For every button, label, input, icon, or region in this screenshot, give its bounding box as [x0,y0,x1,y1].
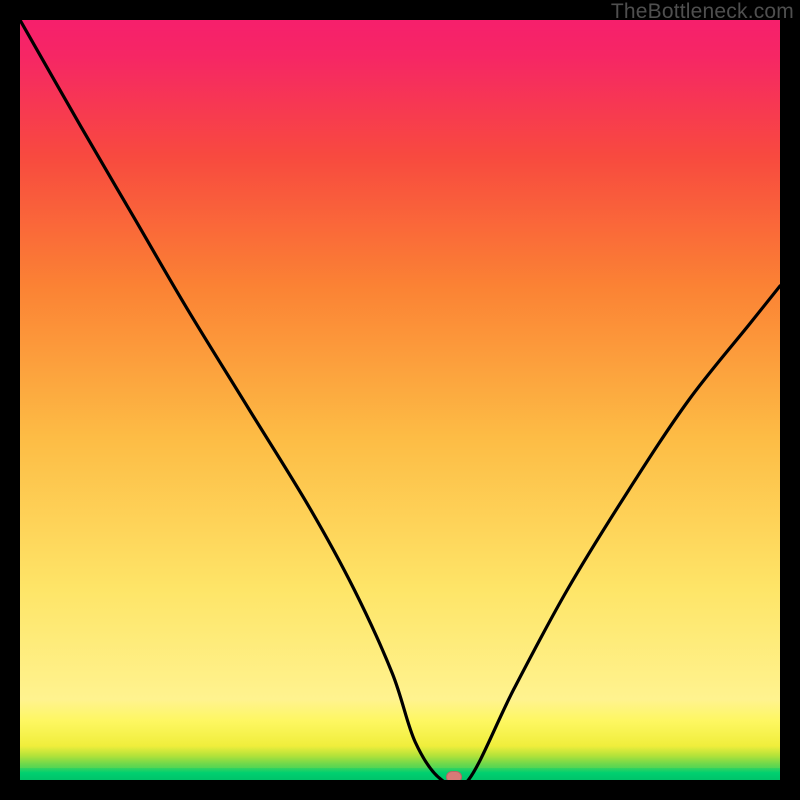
plot-area [20,20,780,780]
chart-frame: TheBottleneck.com [0,0,800,800]
minimum-marker [446,771,462,780]
bottleneck-curve [20,20,780,780]
safe-zone-band [20,768,780,780]
